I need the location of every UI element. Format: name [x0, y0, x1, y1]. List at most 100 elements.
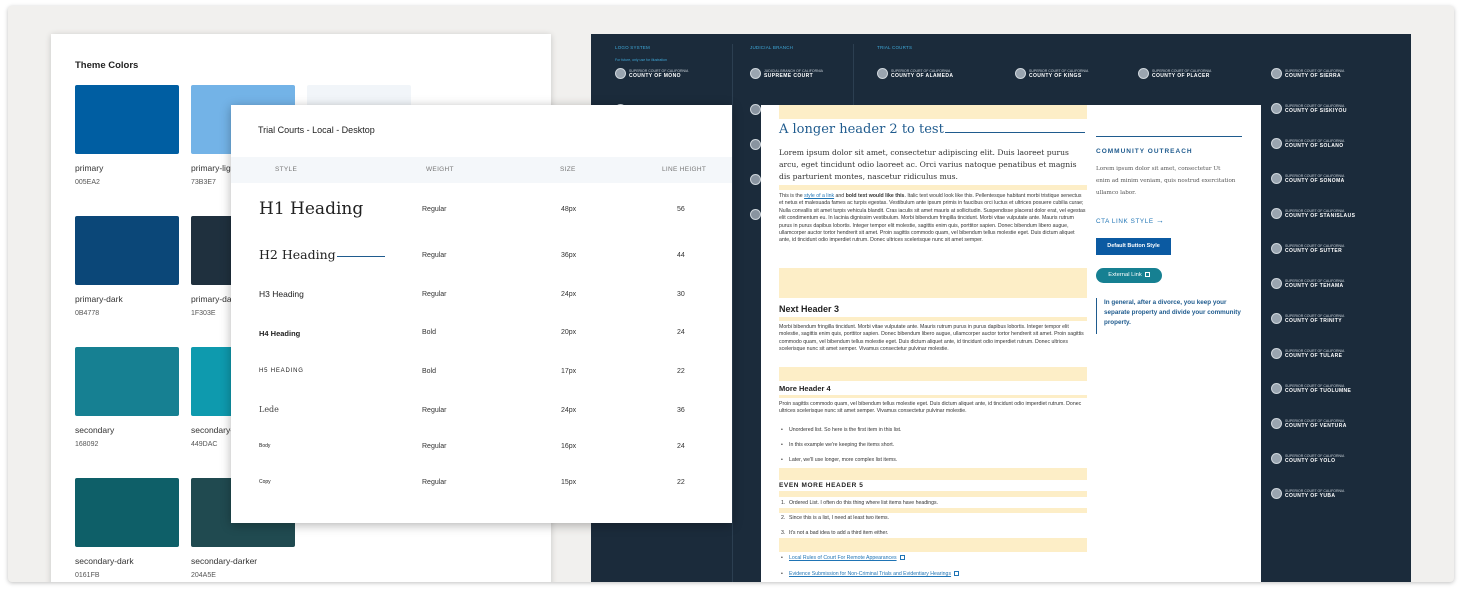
logo-name: COUNTY OF TRINITY — [1285, 318, 1342, 324]
line-height-cell: 24 — [677, 443, 685, 450]
logo-county-of-tulare[interactable]: SUPERIOR COURT OF CALIFORNIA COUNTY OF TU… — [1271, 348, 1391, 362]
bold-text: bold text would like this — [845, 193, 905, 199]
table-row[interactable]: H4 Heading Bold 20px 24 — [231, 322, 732, 352]
logo-name: COUNTY OF KINGS — [1029, 73, 1082, 79]
color-chip — [75, 85, 179, 154]
theme-colors-title: Theme Colors — [75, 60, 139, 71]
logo-county-of-tehama[interactable]: SUPERIOR COURT OF CALIFORNIA COUNTY OF TE… — [1271, 278, 1391, 292]
logo-county-of-sonoma[interactable]: SUPERIOR COURT OF CALIFORNIA COUNTY OF SO… — [1271, 173, 1391, 187]
weight-cell: Regular — [422, 252, 447, 259]
swatch-secondary-dark[interactable]: secondary-dark 0161FB — [75, 478, 179, 579]
logo-county-of-kings[interactable]: SUPERIOR COURT OF CALIFORNIA COUNTY OF K… — [1015, 68, 1125, 82]
logo-system-note: For future, only use for illustration — [615, 58, 667, 62]
size-cell: 15px — [561, 479, 577, 486]
default-button[interactable]: Default Button Style — [1096, 238, 1171, 255]
swatch-name: secondary-dark — [75, 556, 134, 566]
arrow-right-icon: → — [1155, 216, 1165, 225]
logo-county-of-solano[interactable]: SUPERIOR COURT OF CALIFORNIA COUNTY OF SO… — [1271, 138, 1391, 152]
logo-county-of-stanislaus[interactable]: SUPERIOR COURT OF CALIFORNIA COUNTY OF ST… — [1271, 208, 1391, 222]
logo-name: COUNTY OF ALAMEDA — [891, 73, 954, 79]
resource-link[interactable]: Local Rules of Court For Remote Appearan… — [789, 555, 897, 561]
table-row[interactable]: Copy Regular 15px 22 — [231, 472, 732, 502]
style-sample-copy: Copy — [259, 479, 271, 485]
logo-county-of-trinity[interactable]: SUPERIOR COURT OF CALIFORNIA COUNTY OF TR… — [1271, 313, 1391, 327]
resource-link-item[interactable]: • Local Rules of Court For Remote Appeara… — [781, 555, 905, 561]
court-seal-icon — [877, 68, 888, 79]
sidebar-title: COMMUNITY OUTREACH — [1096, 148, 1193, 155]
cta-link[interactable]: CTA LINK STYLE → — [1096, 216, 1165, 225]
col-size: SIZE — [560, 166, 576, 173]
external-link-icon — [899, 555, 905, 561]
court-seal-icon — [1271, 173, 1282, 184]
content-page-sample: A longer header 2 to test Lorem ipsum do… — [761, 105, 1261, 582]
swatch-name: primary — [75, 163, 104, 173]
logo-county-of-siskiyou[interactable]: SUPERIOR COURT OF CALIFORNIA COUNTY OF SI… — [1271, 103, 1391, 117]
resource-link[interactable]: Evidence Submission for Non-Criminal Tri… — [789, 571, 951, 577]
sidebar-text: Lorem ipsum dolor sit amet, consectetur … — [1096, 166, 1236, 196]
logo-county-of-tuolumne[interactable]: SUPERIOR COURT OF CALIFORNIA COUNTY OF TU… — [1271, 383, 1391, 397]
list-text: Unordered list. So here is the first ite… — [789, 427, 902, 433]
table-row[interactable]: Body Regular 16px 24 — [231, 436, 732, 466]
list-text: Ordered List. I often do this thing wher… — [789, 500, 939, 506]
cta-label: CTA LINK STYLE — [1096, 218, 1154, 225]
doc-paragraph: This is the style of a link and bold tex… — [779, 193, 1087, 245]
court-seal-icon — [615, 68, 626, 79]
table-row[interactable]: H5 HEADING Bold 17px 22 — [231, 361, 732, 391]
logo-county-of-sutter[interactable]: SUPERIOR COURT OF CALIFORNIA COUNTY OF SU… — [1271, 243, 1391, 257]
color-chip — [75, 347, 179, 416]
court-seal-icon — [1015, 68, 1026, 79]
list-text: In this example we're keeping the items … — [789, 442, 895, 448]
court-seal-icon — [750, 139, 761, 150]
table-row[interactable]: H3 Heading Regular 24px 30 — [231, 283, 732, 313]
spacing-highlight — [779, 317, 1087, 321]
h2-rule — [337, 256, 385, 257]
line-height-cell: 36 — [677, 407, 685, 414]
logo-county-of-ventura[interactable]: SUPERIOR COURT OF CALIFORNIA COUNTY OF VE… — [1271, 418, 1391, 432]
spacing-highlight — [779, 468, 1087, 480]
typography-title: Trial Courts - Local - Desktop — [258, 125, 375, 135]
spacing-highlight — [779, 508, 1087, 513]
logo-county-of-alameda[interactable]: SUPERIOR COURT OF CALIFORNIA COUNTY OF A… — [877, 68, 987, 82]
logo-name: COUNTY OF VENTURA — [1285, 423, 1347, 429]
logo-county-of-yolo[interactable]: SUPERIOR COURT OF CALIFORNIA COUNTY OF YO… — [1271, 453, 1391, 467]
swatch-primary-dark[interactable]: primary-dark 0B4778 — [75, 216, 179, 317]
logo-name: COUNTY OF TUOLUMNE — [1285, 388, 1352, 394]
court-seal-icon — [1271, 418, 1282, 429]
doc-paragraph: Morbi bibendum fringilla tincidunt. Morb… — [779, 324, 1084, 353]
logo-supreme-court[interactable]: JUDICIAL BRANCH OF CALIFORNIA SUPREME CO… — [750, 68, 850, 82]
table-row[interactable]: Lede Regular 24px 36 — [231, 399, 732, 429]
spacing-highlight — [779, 185, 1087, 190]
logo-name: COUNTY OF SIERRA — [1285, 73, 1342, 79]
doc-h2: A longer header 2 to test — [779, 122, 944, 137]
swatch-primary[interactable]: primary 005EA2 — [75, 85, 179, 186]
doc-lede: Lorem ipsum dolor sit amet, consectetur … — [779, 148, 1077, 181]
table-row[interactable]: H2 Heading Regular 36px 44 — [231, 241, 732, 271]
court-seal-icon — [1271, 278, 1282, 289]
external-link-button[interactable]: External Link — [1096, 268, 1162, 283]
inline-link[interactable]: style of a link — [804, 193, 834, 199]
style-sample-h2: H2 Heading — [259, 247, 336, 262]
logo-name: COUNTY OF TULARE — [1285, 353, 1343, 359]
logo-county-of-sierra[interactable]: SUPERIOR COURT OF CALIFORNIA COUNTY OF SI… — [1271, 68, 1391, 82]
spacing-highlight — [779, 395, 1087, 398]
logo-county-of-yuba[interactable]: SUPERIOR COURT OF CALIFORNIA COUNTY OF YU… — [1271, 488, 1391, 502]
table-row[interactable]: H1 Heading Regular 48px 56 — [231, 193, 732, 223]
swatch-name: secondary — [75, 425, 115, 435]
weight-cell: Regular — [422, 291, 447, 298]
swatch-name: primary-dark — [75, 294, 123, 304]
swatch-hex: 0161FB — [75, 572, 100, 579]
logo-county-of-mono[interactable]: SUPERIOR COURT OF CALIFORNIA COUNTY OF M… — [615, 68, 725, 82]
line-height-cell: 30 — [677, 291, 685, 298]
resource-link-item[interactable]: • Evidence Submission for Non-Criminal Tr… — [781, 571, 960, 577]
pill-label: External Link — [1108, 272, 1142, 278]
spacing-highlight — [779, 105, 1087, 119]
logo-county-of-placer[interactable]: SUPERIOR COURT OF CALIFORNIA COUNTY OF P… — [1138, 68, 1248, 82]
col-weight: WEIGHT — [426, 166, 454, 173]
list-text: Later, we'll use longer, more complex li… — [789, 457, 898, 463]
weight-cell: Bold — [422, 368, 437, 375]
size-cell: 20px — [561, 329, 577, 336]
swatch-hex: 005EA2 — [75, 179, 100, 186]
line-height-cell: 44 — [677, 252, 685, 259]
swatch-secondary[interactable]: secondary 168092 — [75, 347, 179, 448]
list-item: 1. Ordered List. I often do this thing wh… — [781, 500, 939, 506]
